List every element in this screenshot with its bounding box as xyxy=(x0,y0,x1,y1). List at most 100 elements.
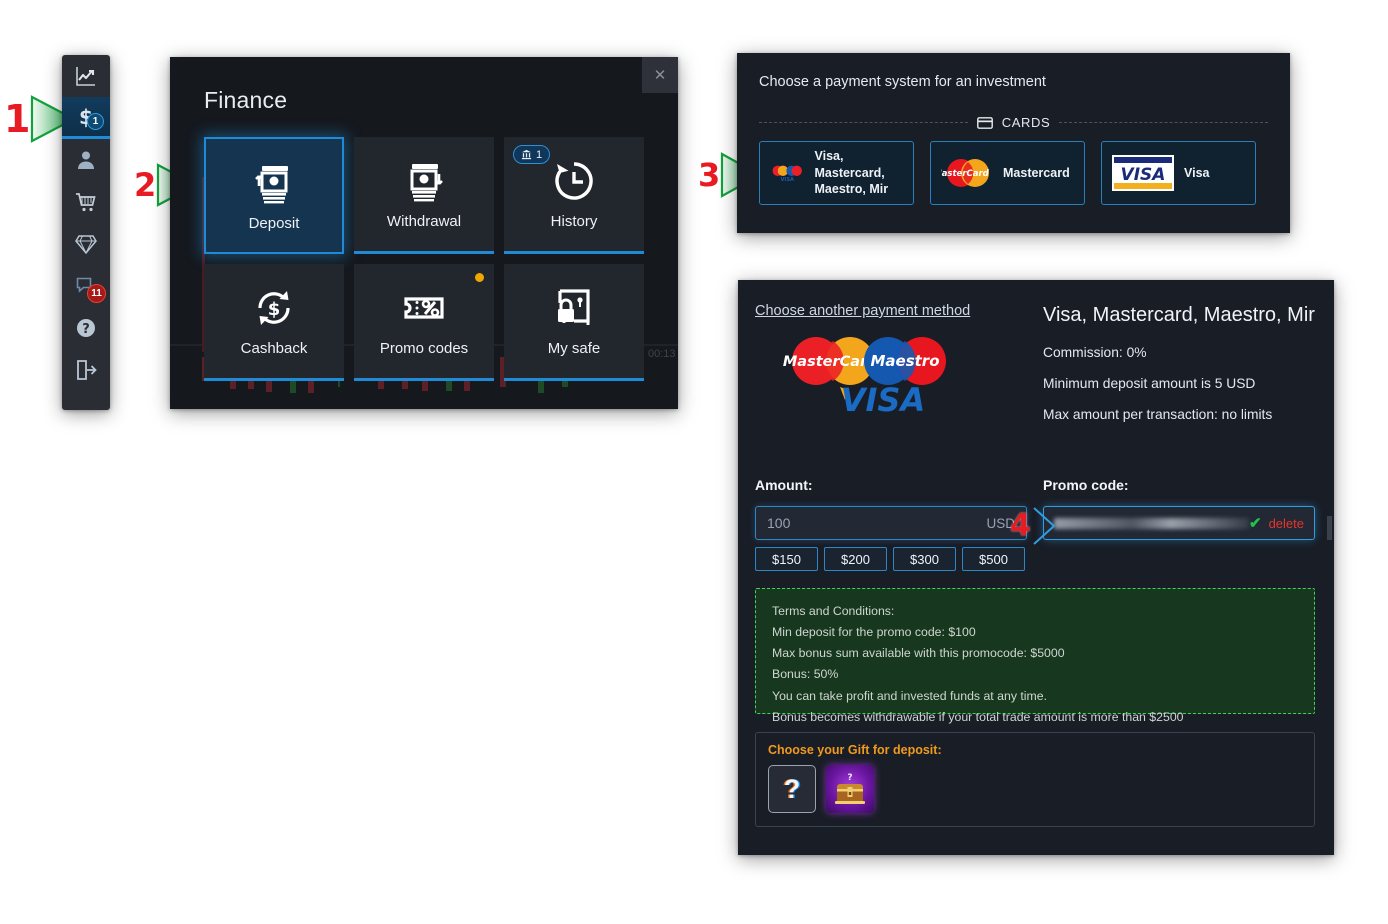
quick-amount-150[interactable]: $150 xyxy=(755,547,818,571)
amount-input[interactable]: 100 USD xyxy=(755,506,1027,540)
finance-tile-my-safe[interactable]: My safe xyxy=(504,264,644,381)
step-marker-4: 4 xyxy=(1010,505,1057,547)
payment-option-label: Visa xyxy=(1184,165,1210,180)
svg-text:00:13: 00:13 xyxy=(648,348,676,360)
terms-line: Min deposit for the promo code: $100 xyxy=(772,625,976,640)
finance-tile-label: Deposit xyxy=(248,214,300,232)
promo-notification-dot xyxy=(475,273,484,282)
finance-modal: 00:13 ✕ Finance Deposit Withdrawal 1 His… xyxy=(170,57,678,409)
quick-amount-200[interactable]: $200 xyxy=(824,547,887,571)
quick-amount-300[interactable]: $300 xyxy=(893,547,956,571)
history-badge-count: 1 xyxy=(536,148,543,161)
method-title: Visa, Mastercard, Maestro, Mir xyxy=(1043,304,1315,326)
sidebar-item-chat[interactable]: 11 xyxy=(62,265,110,307)
svg-text:?: ? xyxy=(847,773,852,783)
sidebar-item-finance[interactable]: $ 1 xyxy=(62,97,110,139)
history-badge: 1 xyxy=(513,145,551,164)
finance-tile-grid: Deposit Withdrawal 1 History $ Cashback … xyxy=(204,137,644,381)
promo-code-value-redacted xyxy=(1054,517,1249,529)
amount-label: Amount: xyxy=(755,477,813,493)
gift-chest-option[interactable]: ? xyxy=(826,765,874,813)
deposit-form-panel: Choose another payment method MasterCard… xyxy=(738,280,1334,855)
svg-text:VISA: VISA xyxy=(1121,165,1166,185)
finance-tile-history[interactable]: 1 History xyxy=(504,137,644,254)
payment-system-panel: Choose a payment system for an investmen… xyxy=(737,53,1290,233)
svg-text:$: $ xyxy=(268,299,281,320)
card-brands-logo: MasterCard. Maestro VISA xyxy=(783,337,946,419)
promo-icon xyxy=(404,297,444,319)
quick-amount-buttons: $150 $200 $300 $500 xyxy=(755,547,1025,571)
step-number-3: 3 xyxy=(698,156,721,194)
terms-and-conditions-box: Terms and Conditions: Min deposit for th… xyxy=(755,588,1315,724)
screenshot-root: 1 $ 1 11 ? 2 00:13 ✕ Finance Deposit Wit… xyxy=(0,0,1388,924)
gift-unknown-option[interactable]: ? xyxy=(768,765,816,813)
mastercard-logo: MasterCard xyxy=(941,159,990,187)
max-amount-info: Max amount per transaction: no limits xyxy=(1043,407,1273,422)
cards-section-label: CARDS xyxy=(1001,115,1051,130)
terms-line: Bonus: 50% xyxy=(772,667,839,682)
promo-code-label: Promo code: xyxy=(1043,477,1129,493)
payment-option-visa[interactable]: VISA Visa xyxy=(1101,141,1256,205)
sidebar-badge-chat: 11 xyxy=(87,284,106,303)
delete-promo-button[interactable]: delete xyxy=(1269,516,1304,531)
sidebar-item-market[interactable] xyxy=(62,181,110,223)
sidebar-item-status[interactable] xyxy=(62,223,110,265)
step-number-2: 2 xyxy=(134,166,157,204)
deposit-icon xyxy=(255,165,288,203)
logout-icon xyxy=(77,360,97,380)
terms-line: Terms and Conditions: xyxy=(772,604,895,618)
cart-icon xyxy=(76,193,96,212)
sidebar-item-help[interactable]: ? xyxy=(62,307,110,349)
finance-tile-cashback[interactable]: $ Cashback xyxy=(204,264,344,381)
sidebar-item-trading[interactable] xyxy=(62,55,110,97)
min-deposit-info: Minimum deposit amount is 5 USD xyxy=(1043,376,1256,391)
payment-option-mastercard[interactable]: MasterCard Mastercard xyxy=(930,141,1085,205)
cards-section-divider: CARDS xyxy=(759,115,1269,130)
svg-text:?: ? xyxy=(82,322,90,337)
payment-option-label: Mastercard xyxy=(1003,165,1070,180)
gift-options-row: ? ? xyxy=(768,765,1302,813)
finance-tile-withdrawal[interactable]: Withdrawal xyxy=(354,137,494,254)
sidebar-item-profile[interactable] xyxy=(62,139,110,181)
finance-tile-label: Withdrawal xyxy=(386,213,462,230)
check-icon: ✔ xyxy=(1249,515,1262,532)
scrollbar-thumb[interactable] xyxy=(1327,516,1332,540)
bank-icon xyxy=(521,149,532,160)
commission-info: Commission: 0% xyxy=(1043,345,1147,360)
finance-tile-label: History xyxy=(550,213,598,230)
payment-option-label: Visa, Mastercard, Maestro, Mir xyxy=(814,148,889,197)
chart-icon xyxy=(76,67,95,86)
treasure-chest-icon: ? xyxy=(835,773,865,804)
cashback-icon: $ xyxy=(258,291,290,325)
question-mark-icon: ? xyxy=(783,773,801,804)
payment-options-row: VISA Visa, Mastercard, Maestro, Mir Mast… xyxy=(759,141,1256,205)
withdrawal-icon xyxy=(410,164,443,202)
finance-tile-deposit[interactable]: Deposit xyxy=(204,137,344,254)
payment-system-title: Choose a payment system for an investmen… xyxy=(759,74,1046,90)
finance-tile-label: Cashback xyxy=(240,340,308,357)
amount-value: 100 xyxy=(767,515,791,531)
divider-line-left xyxy=(759,122,968,123)
gift-title: Choose your Gift for deposit: xyxy=(768,743,942,757)
terms-line: Bonus becomes withdrawable if your total… xyxy=(772,709,1184,724)
svg-text:MasterCard: MasterCard xyxy=(941,169,990,179)
sidebar-item-logout[interactable] xyxy=(62,349,110,391)
credit-card-icon xyxy=(976,116,993,129)
svg-text:VISA: VISA xyxy=(841,381,925,417)
help-icon: ? xyxy=(77,319,95,337)
combo-cards-logo: VISA xyxy=(772,165,802,183)
promo-code-input[interactable]: ✔ delete xyxy=(1043,506,1315,540)
arrow-right-icon-4 xyxy=(1033,507,1056,545)
step-number-4: 4 xyxy=(1010,508,1031,543)
choose-another-payment-method-link[interactable]: Choose another payment method xyxy=(755,303,970,319)
close-button[interactable]: ✕ xyxy=(642,57,678,93)
payment-option-combo-cards[interactable]: VISA Visa, Mastercard, Maestro, Mir xyxy=(759,141,914,205)
svg-text:Maestro: Maestro xyxy=(870,352,939,370)
terms-line: Max bonus sum available with this promoc… xyxy=(772,646,1065,661)
finance-tile-label: Promo codes xyxy=(379,340,469,357)
sidebar-badge-finance: 1 xyxy=(87,113,104,130)
finance-tile-promo-codes[interactable]: Promo codes xyxy=(354,264,494,381)
user-icon xyxy=(78,151,94,169)
quick-amount-500[interactable]: $500 xyxy=(962,547,1025,571)
visa-logo: VISA xyxy=(1112,155,1174,191)
